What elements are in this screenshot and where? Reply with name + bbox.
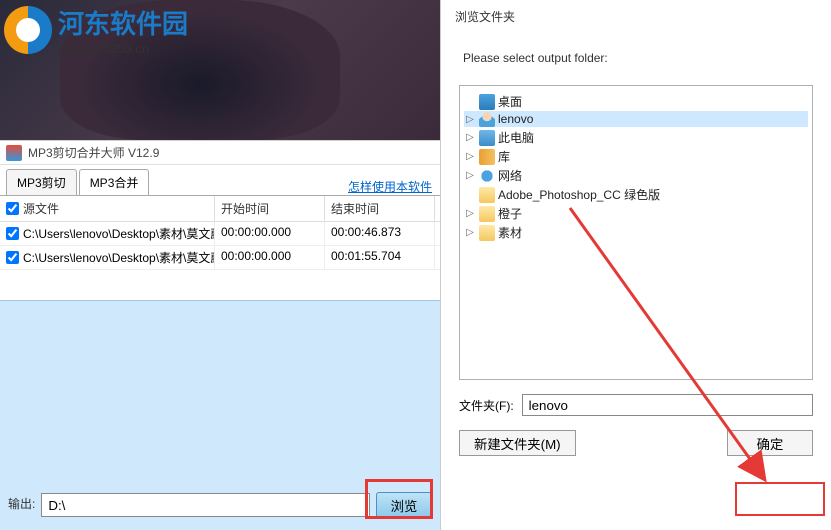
- col-source[interactable]: 源文件: [0, 196, 215, 221]
- tree-root-desktop[interactable]: 桌面: [464, 93, 808, 110]
- col-source-label: 源文件: [23, 200, 59, 217]
- dialog-instruction: Please select output folder:: [441, 33, 831, 85]
- ok-button[interactable]: 确定: [727, 430, 813, 456]
- annotation-highlight-ok: [735, 482, 825, 516]
- table-row[interactable]: C:\Users\lenovo\Desktop\素材\莫文蔚 -...00:00…: [0, 246, 440, 270]
- tree-item[interactable]: Adobe_Photoshop_CC 绿色版: [464, 186, 808, 203]
- start-time: 00:00:00.000: [215, 222, 325, 245]
- app-title: MP3剪切合并大师 V12.9: [28, 144, 159, 161]
- start-time: 00:00:00.000: [215, 246, 325, 269]
- output-path-input[interactable]: [41, 493, 370, 517]
- chevron-right-icon: ▷: [464, 170, 476, 181]
- dialog-title: 浏览文件夹: [441, 0, 831, 33]
- tree-item[interactable]: ▷ 此电脑: [464, 129, 808, 146]
- col-end[interactable]: 结束时间: [325, 196, 435, 221]
- tab-mp3-cut[interactable]: MP3剪切: [6, 169, 77, 195]
- net-icon: [479, 168, 495, 184]
- end-time: 00:00:46.873: [325, 222, 435, 245]
- output-label: 输出:: [8, 495, 35, 516]
- tree-item[interactable]: ▷ 素材: [464, 224, 808, 241]
- app-titlebar: MP3剪切合并大师 V12.9: [0, 141, 440, 165]
- browse-folder-dialog: 浏览文件夹 Please select output folder: 桌面 ▷ l…: [440, 0, 831, 530]
- row-checkbox[interactable]: [6, 227, 19, 240]
- tree-item-label: 网络: [498, 167, 522, 184]
- col-start[interactable]: 开始时间: [215, 196, 325, 221]
- folder-name-input[interactable]: [522, 394, 813, 416]
- site-logo-icon: [4, 6, 52, 54]
- tab-strip: MP3剪切 MP3合并: [6, 169, 149, 195]
- app-icon: [6, 145, 22, 161]
- watermark-title: 河东软件园: [58, 4, 188, 41]
- end-time: 00:01:55.704: [325, 246, 435, 269]
- tab-mp3-merge[interactable]: MP3合并: [79, 169, 150, 195]
- chevron-right-icon: ▷: [464, 151, 476, 162]
- folder-field-label: 文件夹(F):: [459, 397, 514, 414]
- tree-item-label: Adobe_Photoshop_CC 绿色版: [498, 186, 660, 203]
- table-header: 源文件 开始时间 结束时间: [0, 196, 440, 222]
- pc-icon: [479, 130, 495, 146]
- tree-item[interactable]: ▷ 橙子: [464, 205, 808, 222]
- folder-tree[interactable]: 桌面 ▷lenovo▷此电脑▷库▷网络Adobe_Photoshop_CC 绿色…: [459, 85, 813, 380]
- tree-item-label: 库: [498, 148, 510, 165]
- folder-icon: [479, 187, 495, 203]
- row-checkbox[interactable]: [6, 251, 19, 264]
- folder-icon: [479, 206, 495, 222]
- browse-button[interactable]: 浏览: [376, 492, 432, 518]
- tree-item[interactable]: ▷库: [464, 148, 808, 165]
- tree-item-label: 此电脑: [498, 129, 534, 146]
- tree-item-label: 素材: [498, 224, 522, 241]
- file-table: 源文件 开始时间 结束时间 C:\Users\lenovo\Desktop\素材…: [0, 195, 440, 282]
- tree-item[interactable]: ▷ 网络: [464, 167, 808, 184]
- tree-item-label: 橙子: [498, 205, 522, 222]
- chevron-right-icon: ▷: [464, 208, 476, 219]
- help-link[interactable]: 怎样使用本软件: [348, 178, 434, 195]
- desktop-icon: [479, 94, 495, 110]
- user-icon: [479, 111, 495, 127]
- header-checkbox[interactable]: [6, 202, 19, 215]
- file-path: C:\Users\lenovo\Desktop\素材\莫文蔚 -...: [23, 225, 215, 242]
- lib-icon: [479, 149, 495, 165]
- file-path: C:\Users\lenovo\Desktop\素材\莫文蔚 -...: [23, 249, 215, 266]
- tree-item[interactable]: ▷ lenovo: [464, 111, 808, 127]
- tree-root-label: 桌面: [498, 93, 522, 110]
- watermark-url: www.pc0359.cn: [58, 41, 188, 56]
- folder-icon: [479, 225, 495, 241]
- chevron-right-icon: ▷: [464, 114, 476, 125]
- tree-item-label: lenovo: [498, 112, 533, 126]
- chevron-right-icon: ▷: [464, 227, 476, 238]
- lower-panel: 输出: 浏览: [0, 300, 440, 530]
- new-folder-button[interactable]: 新建文件夹(M): [459, 430, 576, 456]
- chevron-right-icon: ▷: [464, 132, 476, 143]
- table-row[interactable]: C:\Users\lenovo\Desktop\素材\莫文蔚 -...00:00…: [0, 222, 440, 246]
- watermark: 河东软件园 www.pc0359.cn: [0, 0, 192, 60]
